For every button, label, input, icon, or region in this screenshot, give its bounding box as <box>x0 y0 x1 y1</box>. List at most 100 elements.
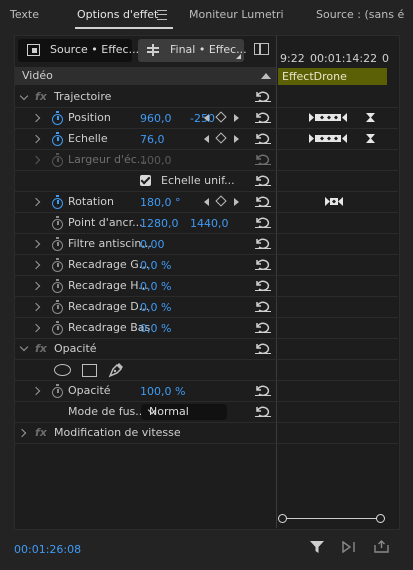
pen-mask-icon[interactable] <box>108 362 124 378</box>
echelle-keyframes-track[interactable] <box>309 134 347 143</box>
row-separator <box>15 128 398 129</box>
reset-icon[interactable] <box>255 217 271 228</box>
dropdown-corner-icon <box>236 54 241 59</box>
next-keyframe-icon[interactable] <box>234 114 239 122</box>
reset-icon[interactable] <box>255 133 271 144</box>
position-end-keyframe-icon[interactable] <box>366 113 375 122</box>
tab-options-effet[interactable]: Options d'effet <box>77 8 158 21</box>
row-separator <box>15 233 398 234</box>
reset-icon[interactable] <box>255 196 271 207</box>
reset-icon[interactable] <box>255 385 271 396</box>
recadrage-bas-label: Recadrage Bas <box>68 321 151 334</box>
opacity-label: Opacité <box>68 384 111 397</box>
echelle-end-keyframe-icon[interactable] <box>366 134 375 143</box>
timeline-clip-bar[interactable]: EffectDrone <box>278 68 387 85</box>
row-separator <box>15 149 398 150</box>
stopwatch-icon[interactable] <box>52 279 63 293</box>
row-separator <box>15 170 398 171</box>
collapse-up-icon[interactable] <box>261 73 271 79</box>
stopwatch-icon[interactable] <box>52 216 63 230</box>
recadrage-g-value[interactable]: 0,0 % <box>140 259 171 272</box>
rotation-value[interactable]: 180,0 ° <box>140 196 181 209</box>
row-separator <box>15 191 398 192</box>
ruler-time-right: 0 <box>382 52 389 65</box>
echelle-value[interactable]: 76,0 <box>140 133 165 146</box>
uniform-scale-label: Echelle unif... <box>161 174 235 187</box>
play-audio-icon[interactable] <box>342 541 358 553</box>
recadrage-g-label: Recadrage G... <box>68 258 150 271</box>
rectangle-mask-icon[interactable] <box>82 364 97 377</box>
reset-icon[interactable] <box>255 112 271 123</box>
reset-icon[interactable] <box>255 175 271 186</box>
sequence-clip-button[interactable]: Final • Effec... <box>138 39 247 62</box>
position-y-value[interactable]: -250 <box>190 112 215 125</box>
stopwatch-icon[interactable] <box>52 237 63 251</box>
largeur-value: 100,0 <box>140 154 172 167</box>
fx-icon: fx <box>35 90 47 103</box>
row-separator <box>15 338 398 339</box>
ellipse-mask-icon[interactable] <box>54 364 71 376</box>
row-separator <box>15 422 398 423</box>
reset-icon[interactable] <box>255 301 271 312</box>
stopwatch-icon[interactable] <box>52 321 63 335</box>
fx-icon: fx <box>35 426 47 439</box>
reset-icon[interactable] <box>255 406 271 417</box>
export-icon[interactable] <box>374 540 389 553</box>
panel-menu-icon[interactable] <box>157 10 167 20</box>
tab-texte[interactable]: Texte <box>10 8 39 21</box>
rotation-label: Rotation <box>68 195 115 208</box>
recadrage-d-value[interactable]: 0,0 % <box>140 301 171 314</box>
stopwatch-icon[interactable] <box>52 195 63 209</box>
next-keyframe-icon[interactable] <box>234 198 239 206</box>
filtre-value[interactable]: 0,00 <box>140 238 165 251</box>
recadrage-h-value[interactable]: 0,0 % <box>140 280 171 293</box>
film-icon <box>27 44 40 56</box>
recadrage-bas-value[interactable]: 0,0 % <box>140 322 171 335</box>
reset-icon[interactable] <box>255 322 271 333</box>
tab-moniteur-lumetri[interactable]: Moniteur Lumetri <box>189 8 284 21</box>
uniform-scale-checkbox[interactable] <box>140 175 151 186</box>
reset-icon[interactable] <box>255 238 271 249</box>
toggle-timeline-icon[interactable] <box>254 43 269 55</box>
position-x-value[interactable]: 960,0 <box>140 112 172 125</box>
next-keyframe-icon[interactable] <box>234 135 239 143</box>
row-separator <box>15 380 398 381</box>
opacity-value[interactable]: 100,0 % <box>140 385 185 398</box>
row-separator <box>15 359 398 360</box>
video-section-header <box>15 67 276 85</box>
filter-icon[interactable] <box>310 540 324 554</box>
recadrage-d-label: Recadrage D... <box>68 300 150 313</box>
reset-icon[interactable] <box>255 343 271 354</box>
prev-keyframe-icon[interactable] <box>204 114 209 122</box>
source-clip-button[interactable]: Source • Effec... <box>18 39 139 62</box>
stopwatch-icon[interactable] <box>52 300 63 314</box>
effect-vitesse-label: Modification de vitesse <box>54 426 181 439</box>
row-separator <box>15 254 398 255</box>
position-label: Position <box>68 111 111 124</box>
position-keyframes-track[interactable] <box>309 113 347 122</box>
reset-icon[interactable] <box>255 91 271 102</box>
recadrage-h-label: Recadrage H... <box>68 279 149 292</box>
tab-source[interactable]: Source : (sans é <box>316 8 404 21</box>
zoom-handle-left[interactable] <box>278 514 287 523</box>
reset-icon[interactable] <box>255 259 271 270</box>
ancrage-y-value[interactable]: 1440,0 <box>190 217 229 230</box>
timeline-zoom-scrollbar[interactable] <box>281 518 383 524</box>
current-timecode[interactable]: 00:01:26:08 <box>14 543 81 556</box>
rotation-keyframes-track[interactable] <box>325 197 343 206</box>
stopwatch-icon[interactable] <box>52 258 63 272</box>
blend-mode-select[interactable]: Normal <box>141 404 227 420</box>
stopwatch-icon[interactable] <box>52 111 63 125</box>
stopwatch-icon[interactable] <box>52 384 63 398</box>
stopwatch-icon[interactable] <box>52 132 63 146</box>
stopwatch-icon[interactable] <box>52 153 63 167</box>
row-separator <box>15 275 398 276</box>
prev-keyframe-icon[interactable] <box>204 135 209 143</box>
timeline-divider[interactable] <box>276 36 277 528</box>
ruler-time-left: 9:22 <box>280 52 305 65</box>
reset-icon[interactable] <box>255 280 271 291</box>
zoom-handle-right[interactable] <box>376 514 385 523</box>
prev-keyframe-icon[interactable] <box>204 198 209 206</box>
ancrage-x-value[interactable]: 1280,0 <box>140 217 179 230</box>
row-separator <box>15 317 398 318</box>
